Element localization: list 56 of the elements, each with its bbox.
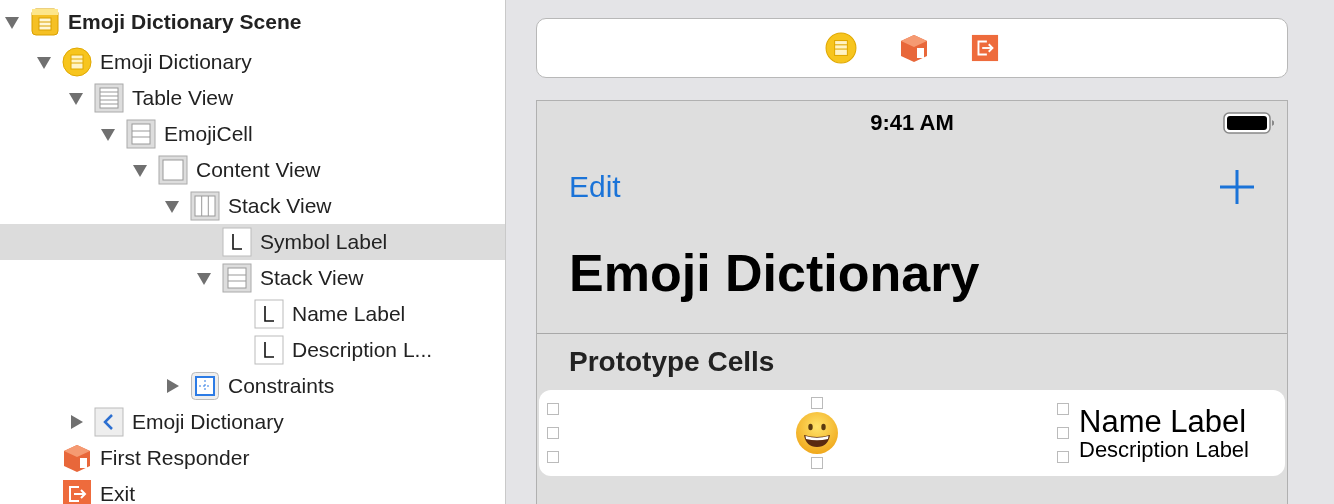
expanded-triangle-icon[interactable] bbox=[132, 162, 148, 178]
outline-item[interactable]: Content View bbox=[0, 152, 505, 188]
outline-item[interactable]: First Responder bbox=[0, 440, 505, 476]
resize-handle[interactable] bbox=[547, 403, 559, 415]
status-time: 9:41 AM bbox=[870, 110, 954, 136]
battery-icon bbox=[1223, 112, 1275, 134]
large-title: Emoji Dictionary bbox=[537, 229, 1287, 334]
cube-icon[interactable] bbox=[899, 33, 929, 63]
section-header: Prototype Cells bbox=[568, 345, 776, 379]
description-label: Description Label bbox=[1079, 438, 1249, 461]
resize-handle[interactable] bbox=[547, 451, 559, 463]
scene-icon bbox=[30, 7, 60, 37]
table-icon bbox=[126, 119, 156, 149]
controller-icon bbox=[62, 47, 92, 77]
expanded-triangle-icon[interactable] bbox=[100, 126, 116, 142]
outline-item[interactable]: Symbol Label bbox=[0, 224, 505, 260]
outline-item[interactable]: Name Label bbox=[0, 296, 505, 332]
add-icon[interactable] bbox=[1219, 169, 1255, 205]
collapsed-triangle-icon[interactable] bbox=[164, 378, 180, 394]
outline-item[interactable]: Emoji Dictionary bbox=[0, 404, 505, 440]
back-chevron-icon bbox=[94, 407, 124, 437]
outline-item[interactable]: Stack View bbox=[0, 260, 505, 296]
expanded-triangle-icon[interactable] bbox=[164, 198, 180, 214]
outline-item[interactable]: Description L... bbox=[0, 332, 505, 368]
constraints-icon bbox=[190, 371, 220, 401]
cube-icon bbox=[62, 443, 92, 473]
label-icon bbox=[254, 299, 284, 329]
table-icon bbox=[94, 83, 124, 113]
outline-item[interactable]: Exit bbox=[0, 476, 505, 504]
label-icon bbox=[254, 335, 284, 365]
label-icon bbox=[222, 227, 252, 257]
outline-item[interactable]: EmojiCell bbox=[0, 116, 505, 152]
stack-icon bbox=[190, 191, 220, 221]
outline-item[interactable]: Table View bbox=[0, 80, 505, 116]
expanded-triangle-icon[interactable] bbox=[36, 54, 52, 70]
resize-handle[interactable] bbox=[1057, 403, 1069, 415]
resize-handle[interactable] bbox=[547, 427, 559, 439]
expanded-triangle-icon[interactable] bbox=[68, 90, 84, 106]
resize-handle[interactable] bbox=[1057, 451, 1069, 463]
resize-handle[interactable] bbox=[1057, 427, 1069, 439]
table-cell[interactable]: Name Label Description Label bbox=[539, 390, 1285, 476]
resize-handle[interactable] bbox=[811, 457, 823, 469]
expanded-triangle-icon[interactable] bbox=[196, 270, 212, 286]
outline-item[interactable]: Constraints bbox=[0, 368, 505, 404]
outline-item[interactable]: Emoji Dictionary bbox=[0, 44, 505, 80]
view-icon bbox=[158, 155, 188, 185]
collapsed-triangle-icon[interactable] bbox=[68, 414, 84, 430]
name-label: Name Label bbox=[1079, 405, 1248, 437]
table-icon bbox=[222, 263, 252, 293]
resize-handle[interactable] bbox=[811, 397, 823, 409]
controller-icon[interactable] bbox=[825, 32, 857, 64]
outline-item[interactable]: Stack View bbox=[0, 188, 505, 224]
expanded-triangle-icon[interactable] bbox=[4, 14, 20, 30]
outline-item[interactable]: Emoji Dictionary Scene bbox=[0, 0, 505, 44]
smiley-icon bbox=[795, 411, 839, 455]
exit-icon[interactable] bbox=[971, 34, 999, 62]
